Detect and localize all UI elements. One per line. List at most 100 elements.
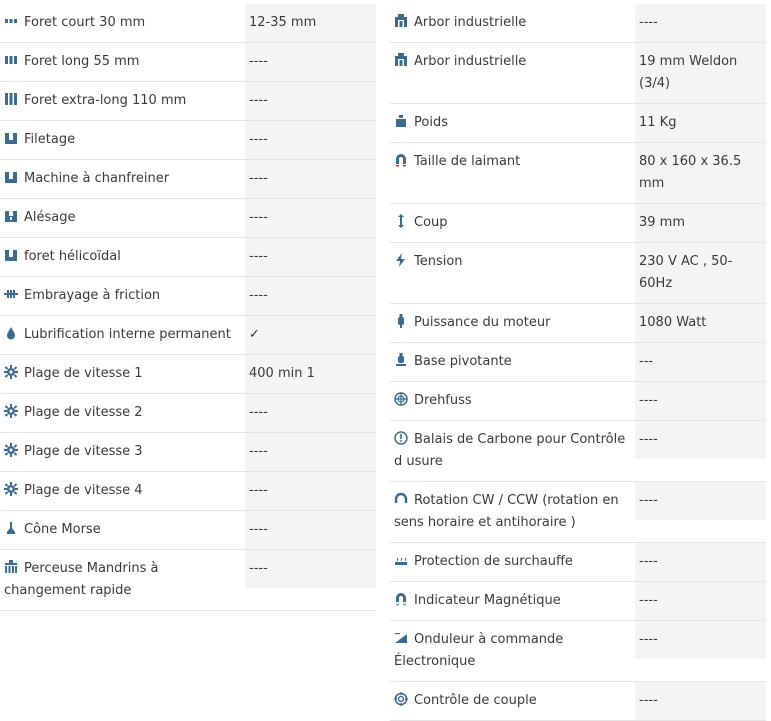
spec-value: ----	[245, 199, 376, 237]
spec-row: Puissance du moteur 1080 Watt	[390, 304, 766, 343]
spec-label-tension: Tension	[390, 243, 635, 303]
threading-icon	[4, 131, 18, 145]
spec-row: Plage de vitesse 3 ----	[0, 433, 376, 472]
arbor-icon	[394, 53, 408, 67]
spec-row: Filetage ----	[0, 121, 376, 160]
spec-label-text: Arbor industrielle	[414, 54, 527, 69]
spec-value: ----	[635, 621, 766, 659]
spec-value: ----	[635, 682, 766, 720]
spec-row: Balais de Carbone pour Contrôle d usure -…	[390, 421, 766, 482]
spec-value: ----	[245, 43, 376, 81]
spec-label-text: Contrôle de couple	[414, 693, 537, 708]
spec-label-text: Arbor industrielle	[414, 15, 527, 30]
spec-value: ----	[245, 511, 376, 549]
spec-label-text: Coup	[414, 215, 448, 230]
spec-label-indicateur-magnetique: Indicateur Magnétique	[390, 582, 635, 620]
spec-label-plage-de-vitesse-2: Plage de vitesse 2	[0, 394, 245, 432]
lubrication-drop-icon	[4, 326, 18, 340]
spec-value: ----	[245, 160, 376, 198]
spec-label-text: Foret extra-long 110 mm	[24, 93, 187, 108]
spec-label-text: Alésage	[24, 210, 76, 225]
overheat-protection-icon	[394, 553, 408, 567]
spec-label-alesage: Alésage	[0, 199, 245, 237]
spec-value: ----	[245, 121, 376, 159]
spec-label-text: Foret court 30 mm	[24, 15, 146, 30]
spec-value: 80 x 160 x 36.5 mm	[635, 143, 766, 203]
spec-row: Protection de surchauffe ----	[390, 543, 766, 582]
spec-row: Contrôle de couple ----	[390, 682, 766, 721]
spec-value: ----	[245, 472, 376, 510]
spec-row: Base pivotante ---	[390, 343, 766, 382]
spec-label-coup: Coup	[390, 204, 635, 242]
spec-row: Indicateur Magnétique ----	[390, 582, 766, 621]
spec-label-poids: Poids	[390, 104, 635, 142]
spec-value: ---	[635, 343, 766, 381]
morse-taper-icon	[4, 521, 18, 535]
spec-label-text: Perceuse Mandrins à changement rapide	[4, 561, 159, 598]
spec-label-text: Balais de Carbone pour Contrôle d usure	[394, 432, 626, 469]
carbon-brush-icon	[394, 431, 408, 445]
spec-row: Rotation CW / CCW (rotation en sens hora…	[390, 482, 766, 543]
spec-table: Foret court 30 mm 12-35 mm Foret long 55 m…	[0, 0, 771, 721]
spec-label-puissance-du-moteur: Puissance du moteur	[390, 304, 635, 342]
spec-label-plage-de-vitesse-1: Plage de vitesse 1	[0, 355, 245, 393]
spec-label-text: Rotation CW / CCW (rotation en sens hora…	[394, 493, 619, 530]
spec-label-text: Tension	[414, 254, 463, 269]
spec-value: ----	[635, 4, 766, 42]
spec-value: ----	[245, 82, 376, 120]
spec-value: ✓	[245, 316, 376, 354]
spec-row: Plage de vitesse 4 ----	[0, 472, 376, 511]
spec-row: Machine à chanfreiner ----	[0, 160, 376, 199]
spec-column-right: Arbor industrielle ---- Arbor industrielle…	[390, 4, 766, 721]
spec-label-foret-long-55-mm: Foret long 55 mm	[0, 43, 245, 81]
spec-label-embrayage-a-friction: Embrayage à friction	[0, 277, 245, 315]
spec-value: 230 V AC , 50-60Hz	[635, 243, 766, 303]
spec-label-text: Base pivotante	[414, 354, 512, 369]
spec-value: ----	[635, 582, 766, 620]
spec-label-text: Drehfuss	[414, 393, 472, 408]
spec-label-drehfuss: Drehfuss	[390, 382, 635, 420]
extra-long-drill-icon	[4, 92, 18, 106]
spec-row: Lubrification interne permanent ✓	[0, 316, 376, 355]
spec-label-text: Plage de vitesse 4	[24, 483, 143, 498]
spec-value: ----	[635, 382, 766, 420]
spec-value: ----	[245, 277, 376, 315]
spec-row: Foret extra-long 110 mm ----	[0, 82, 376, 121]
spec-label-text: Filetage	[24, 132, 76, 147]
spec-label-text: Machine à chanfreiner	[24, 171, 170, 186]
friction-clutch-icon	[4, 287, 18, 301]
spec-value: 11 Kg	[635, 104, 766, 142]
spec-row: Coup 39 mm	[390, 204, 766, 243]
spec-label-text: Onduleur à commande Électronique	[394, 632, 564, 669]
spec-label-cone-morse: Cône Morse	[0, 511, 245, 549]
torque-control-icon	[394, 692, 408, 706]
spec-value: ----	[635, 482, 766, 520]
spec-label-filetage: Filetage	[0, 121, 245, 159]
spec-label-text: Plage de vitesse 1	[24, 366, 143, 381]
gear-icon	[4, 443, 18, 457]
spec-label-text: Embrayage à friction	[24, 288, 161, 303]
magnet-icon	[394, 153, 408, 167]
twist-drill-icon	[4, 248, 18, 262]
stroke-icon	[394, 214, 408, 228]
spec-row: Foret court 30 mm 12-35 mm	[0, 4, 376, 43]
spec-row: foret hélicoïdal ----	[0, 238, 376, 277]
reaming-icon	[4, 209, 18, 223]
spec-label-text: Taille de laimant	[414, 154, 521, 169]
spec-row: Embrayage à friction ----	[0, 277, 376, 316]
spec-row: Tension 230 V AC , 50-60Hz	[390, 243, 766, 304]
spec-label-text: Indicateur Magnétique	[414, 593, 561, 608]
spec-row: Perceuse Mandrins à changement rapide ---…	[0, 550, 376, 611]
spec-row: Foret long 55 mm ----	[0, 43, 376, 82]
spec-value: 19 mm Weldon (3/4)	[635, 43, 766, 103]
spec-row: Onduleur à commande Électronique ----	[390, 621, 766, 682]
spec-label-balais-de-carbone-pour-controle-d-usure: Balais de Carbone pour Contrôle d usure	[390, 421, 635, 481]
spec-row: Drehfuss ----	[390, 382, 766, 421]
spec-value: ----	[245, 238, 376, 276]
spec-label-onduleur-a-commande-electronique: Onduleur à commande Électronique	[390, 621, 635, 681]
spec-label-rotation-cw-ccw-rotation-en-sens-horaire: Rotation CW / CCW (rotation en sens hora…	[390, 482, 635, 542]
chamfer-icon	[4, 170, 18, 184]
electronic-inverter-icon	[394, 631, 408, 645]
spec-value: ----	[245, 394, 376, 432]
spec-row: Poids 11 Kg	[390, 104, 766, 143]
